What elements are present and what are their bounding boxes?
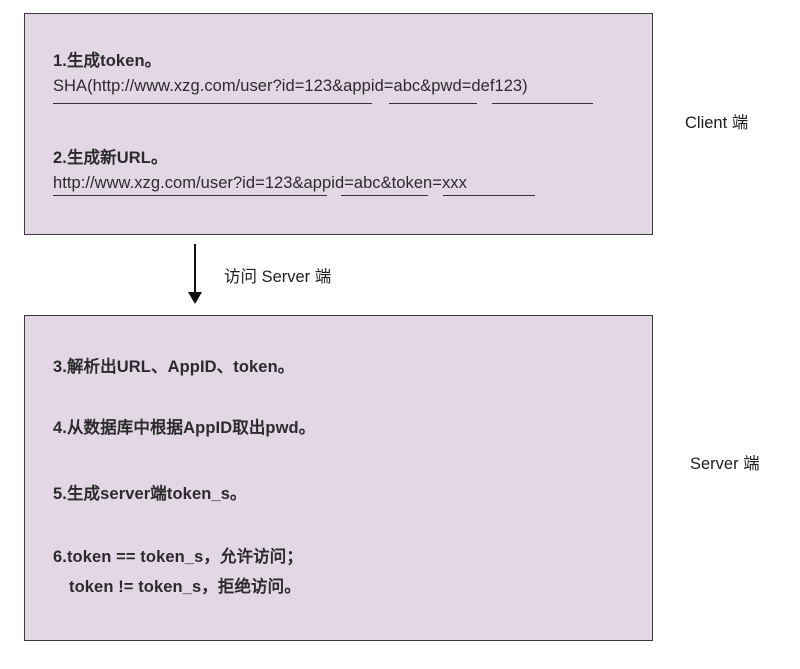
appid-underline-segment bbox=[389, 103, 477, 104]
step5-text: 5.生成server端token_s。 bbox=[53, 485, 247, 503]
down-arrow-icon bbox=[188, 244, 202, 304]
server-side-label: Server 端 bbox=[690, 455, 760, 473]
step4-text: 4.从数据库中根据AppID取出pwd。 bbox=[53, 419, 316, 437]
step6-line2: token != token_s，拒绝访问。 bbox=[69, 578, 301, 596]
step1-title: 1.生成token。 bbox=[53, 52, 162, 70]
step1-formula: SHA(http://www.xzg.com/user?id=123&appid… bbox=[53, 77, 528, 95]
step2-title: 2.生成新URL。 bbox=[53, 149, 168, 167]
url-underline-segment bbox=[53, 195, 327, 196]
token-underline-segment bbox=[443, 195, 535, 196]
step2-url: http://www.xzg.com/user?id=123&appid=abc… bbox=[53, 174, 467, 192]
appid-underline-segment bbox=[341, 195, 428, 196]
url-underline-segment bbox=[53, 103, 372, 104]
step3-text: 3.解析出URL、AppID、token。 bbox=[53, 358, 295, 376]
step6-line1: 6.token == token_s，允许访问； bbox=[53, 548, 303, 566]
pwd-underline-segment bbox=[492, 103, 593, 104]
client-side-label: Client 端 bbox=[685, 114, 749, 132]
arrow-label: 访问 Server 端 bbox=[224, 268, 332, 286]
